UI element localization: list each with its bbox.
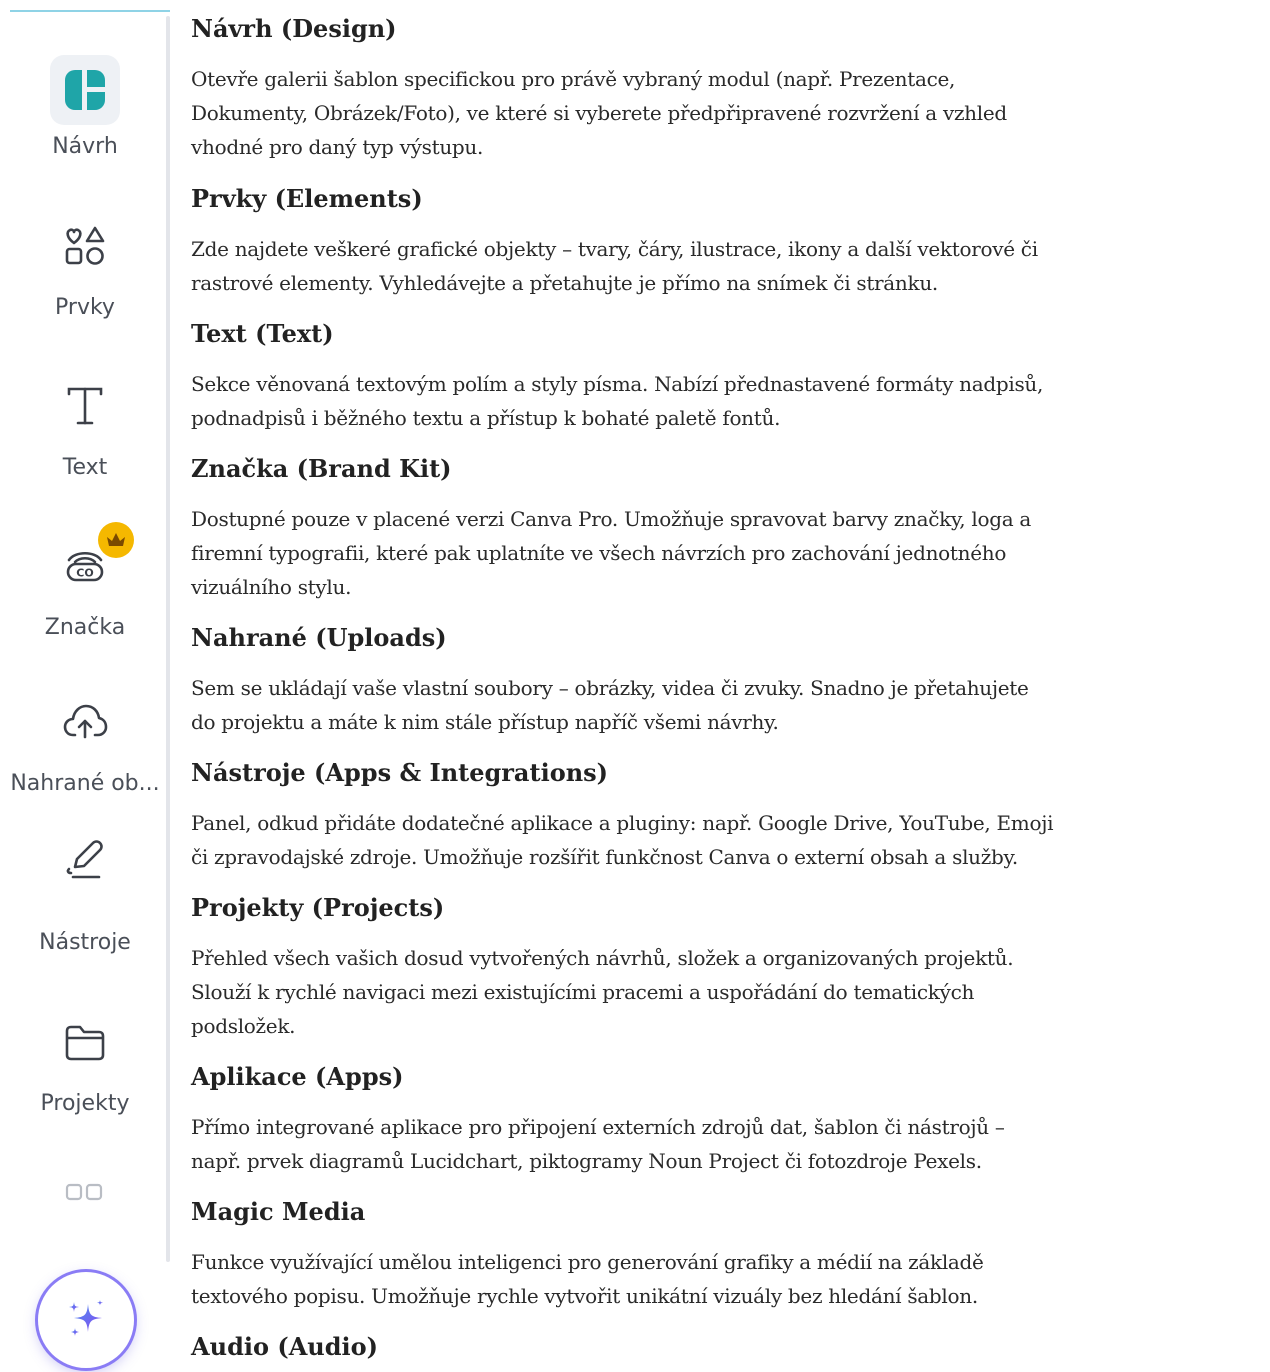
section-uploads: Nahrané (Uploads): [191, 621, 1266, 655]
sidebar-item-elements[interactable]: Prvky: [0, 220, 170, 330]
design-template-icon: [65, 70, 105, 110]
sidebar-item-uploads[interactable]: Nahrané ob...: [0, 695, 170, 805]
sidebar-item-label: Značka: [44, 615, 126, 640]
paragraph-line: Funkce využívající umělou inteligenci pr…: [191, 1250, 984, 1274]
paragraph-line: či zpravodajské zdroje. Umožňuje rozšíři…: [191, 845, 1018, 869]
section-magic-media-body: Funkce využívající umělou inteligenci pr…: [191, 1245, 1266, 1313]
pen-tool-icon: [63, 837, 107, 885]
section-magic-media: Magic Media: [191, 1195, 1266, 1229]
sidebar-item-label: Nástroje: [39, 930, 131, 955]
left-sidebar: Návrh Prvky Text CO Značka Nahrané ob...…: [0, 0, 170, 1372]
paragraph-line: např. prvek diagramů Lucidchart, piktogr…: [191, 1149, 982, 1173]
section-elements-body: Zde najdete veškeré grafické objekty – t…: [191, 232, 1266, 300]
paragraph-line: Sem se ukládají vaše vlastní soubory – o…: [191, 676, 1029, 700]
sidebar-item-apps[interactable]: [0, 1175, 170, 1215]
section-title: Projekty (Projects): [191, 893, 445, 922]
sparkle-icon: [69, 1300, 103, 1336]
paragraph-line: Dostupné pouze v placené verzi Canva Pro…: [191, 507, 1032, 531]
section-apps-body: Přímo integrované aplikace pro připojení…: [191, 1110, 1266, 1178]
sidebar-item-label: Text: [62, 455, 108, 480]
section-apps: Aplikace (Apps): [191, 1060, 1266, 1094]
paragraph-line: Otevře galerii šablon specifickou pro pr…: [191, 67, 956, 91]
sidebar-item-text[interactable]: Text: [0, 380, 170, 490]
paragraph-line: Slouží k rychlé navigaci mezi existující…: [191, 980, 975, 1004]
paragraph-line: podsložek.: [191, 1014, 296, 1038]
design-icon-tile: [50, 55, 120, 125]
section-title: Magic Media: [191, 1197, 366, 1226]
apps-grid-icon: [63, 1179, 107, 1207]
paragraph-line: textového popisu. Umožňuje rychle vytvoř…: [191, 1284, 978, 1308]
section-title: Text (Text): [191, 319, 334, 348]
shapes-elements-icon: [63, 224, 107, 272]
sidebar-item-label: Nahrané ob...: [10, 771, 160, 796]
sidebar-item-label: Projekty: [40, 1091, 130, 1116]
sidebar-item-label: Návrh: [52, 134, 118, 159]
paragraph-line: Panel, odkud přidáte dodatečné aplikace …: [191, 811, 1054, 835]
section-design-body: Otevře galerii šablon specifickou pro pr…: [191, 62, 1266, 164]
sidebar-item-tools[interactable]: Nástroje: [0, 835, 170, 965]
section-title: Aplikace (Apps): [191, 1062, 404, 1091]
paragraph-line: vizuálního stylu.: [191, 575, 352, 599]
section-title: Nástroje (Apps & Integrations): [191, 758, 609, 787]
folder-icon: [63, 1023, 107, 1067]
section-title: Prvky (Elements): [191, 184, 423, 213]
section-text: Text (Text): [191, 317, 1266, 351]
section-title: Nahrané (Uploads): [191, 623, 447, 652]
svg-text:CO: CO: [76, 567, 93, 580]
crown-icon: [98, 522, 134, 558]
paragraph-line: rastrové elementy. Vyhledávejte a přetah…: [191, 271, 938, 295]
section-title: Značka (Brand Kit): [191, 454, 452, 483]
section-brand-kit-body: Dostupné pouze v placené verzi Canva Pro…: [191, 502, 1266, 604]
section-tools: Nástroje (Apps & Integrations): [191, 756, 1266, 790]
cloud-upload-icon: [62, 701, 108, 745]
paragraph-line: Dokumenty, Obrázek/Foto), ve které si vy…: [191, 101, 1007, 125]
sidebar-item-label: Prvky: [55, 295, 115, 320]
section-title: Návrh (Design): [191, 14, 397, 43]
section-projects-body: Přehled všech vašich dosud vytvořených n…: [191, 941, 1266, 1043]
magic-media-button[interactable]: [38, 1272, 134, 1368]
paragraph-line: vhodné pro daný typ výstupu.: [191, 135, 484, 159]
paragraph-line: firemní typografii, které pak uplatníte …: [191, 541, 1007, 565]
paragraph-line: Zde najdete veškeré grafické objekty – t…: [191, 237, 1038, 261]
paragraph-line: Sekce věnovaná textovým polím a styly pí…: [191, 372, 1044, 396]
section-uploads-body: Sem se ukládají vaše vlastní soubory – o…: [191, 671, 1266, 739]
section-tools-body: Panel, odkud přidáte dodatečné aplikace …: [191, 806, 1266, 874]
section-audio: Audio (Audio): [191, 1330, 1266, 1364]
section-elements: Prvky (Elements): [191, 182, 1266, 216]
paragraph-line: podnadpisů i běžného textu a přístup k b…: [191, 406, 781, 430]
sidebar-item-projects[interactable]: Projekty: [0, 1015, 170, 1125]
section-design: Návrh (Design): [191, 12, 1266, 46]
section-projects: Projekty (Projects): [191, 891, 1266, 925]
text-t-icon: [63, 384, 107, 432]
paragraph-line: do projektu a máte k nim stále přístup n…: [191, 710, 779, 734]
paragraph-line: Přímo integrované aplikace pro připojení…: [191, 1115, 1005, 1139]
sidebar-item-brand[interactable]: CO Značka: [0, 520, 170, 650]
section-brand-kit: Značka (Brand Kit): [191, 452, 1266, 486]
section-title: Audio (Audio): [191, 1332, 379, 1361]
sidebar-item-design[interactable]: Návrh: [0, 48, 170, 178]
sidebar-top-divider: [10, 10, 170, 12]
section-text-body: Sekce věnovaná textovým polím a styly pí…: [191, 367, 1266, 435]
paragraph-line: Přehled všech vašich dosud vytvořených n…: [191, 946, 1014, 970]
